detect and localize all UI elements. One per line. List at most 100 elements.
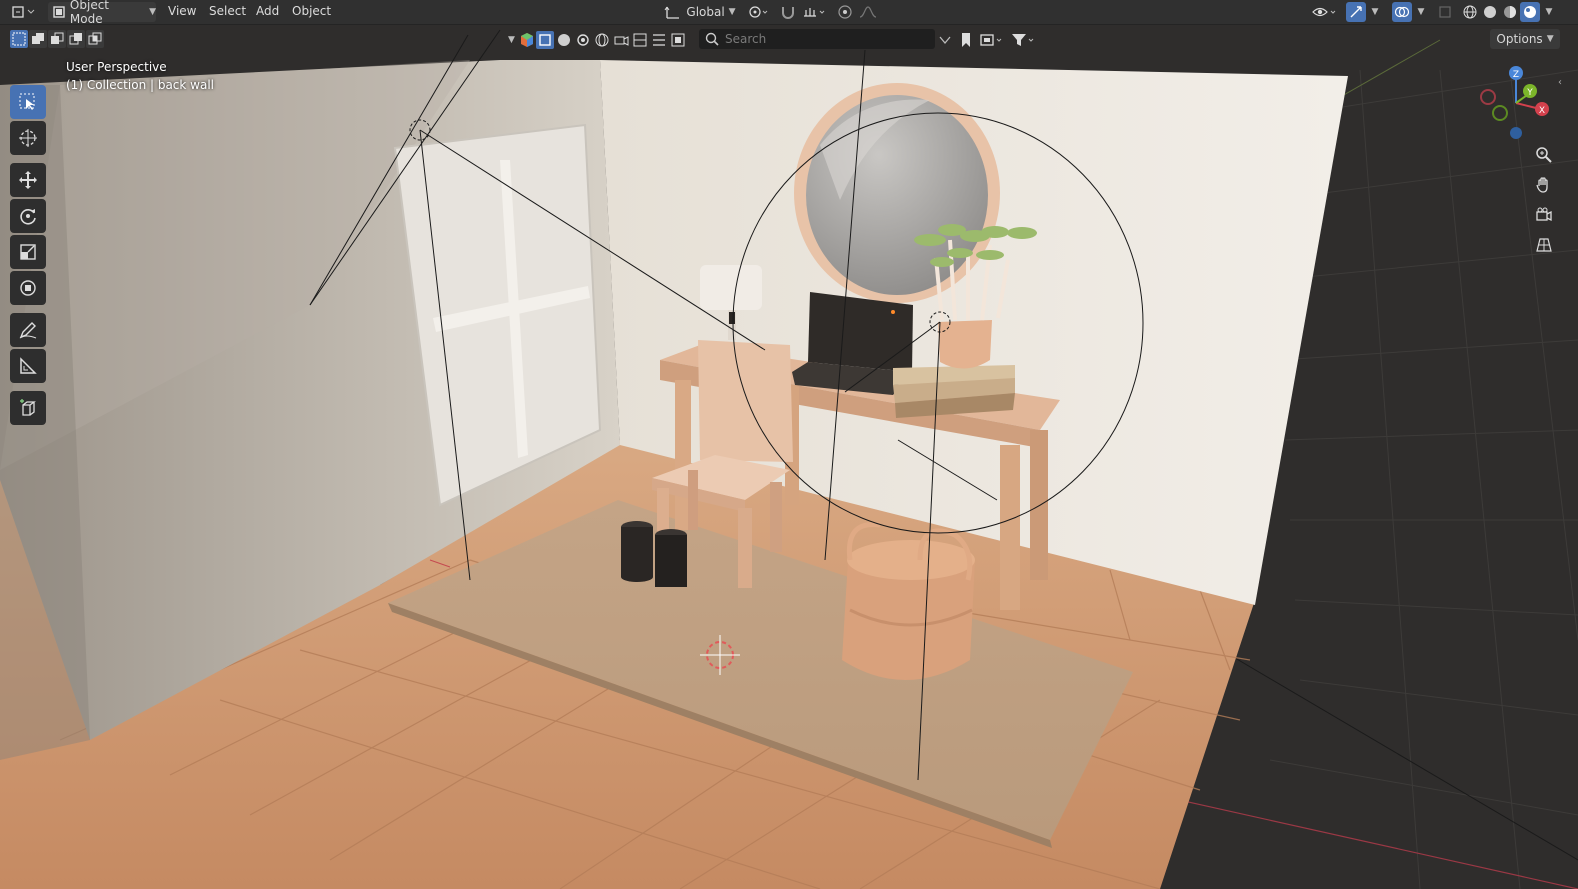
- visibility-dropdown[interactable]: [1310, 2, 1340, 22]
- zoom-icon: [1536, 147, 1552, 163]
- move-tool[interactable]: [10, 163, 46, 197]
- snap-increment-icon: [804, 8, 825, 17]
- falloff-dropdown[interactable]: [856, 2, 886, 22]
- transform-tool[interactable]: [10, 271, 46, 305]
- menu-select[interactable]: Select: [209, 4, 246, 18]
- snap-toggle[interactable]: [778, 2, 798, 22]
- gizmo-icon: [1350, 6, 1362, 18]
- camera-filter-icon[interactable]: [612, 31, 630, 49]
- grid-perspective-icon: [1536, 238, 1552, 252]
- transform-icon: [20, 280, 36, 296]
- light-icon[interactable]: [574, 31, 592, 49]
- material-shading-button[interactable]: [1500, 2, 1520, 22]
- annotate-tool[interactable]: [10, 313, 46, 347]
- select-new-icon: [12, 32, 26, 46]
- select-box-tool[interactable]: [10, 85, 46, 119]
- search-field[interactable]: Search: [699, 29, 935, 49]
- rendered-sphere-icon: [1524, 6, 1536, 18]
- navigation-gizmo[interactable]: Z X Y: [1474, 61, 1558, 145]
- proportional-edit-toggle[interactable]: [836, 2, 854, 22]
- cursor-tool[interactable]: [10, 121, 46, 155]
- select-subtract-icon: [51, 32, 64, 44]
- tool-shelf: [10, 85, 48, 425]
- chevron-down-icon: ▼: [149, 7, 156, 17]
- chevron-down-icon: ▼: [1546, 34, 1554, 44]
- select-new-button[interactable]: [10, 30, 28, 48]
- select-extend-icon: [32, 33, 44, 44]
- material-sphere-icon: [1504, 6, 1516, 18]
- zoom-view-button[interactable]: [1532, 143, 1556, 167]
- pivot-point-button[interactable]: [746, 2, 772, 22]
- overlays-dropdown[interactable]: ▼: [1412, 2, 1426, 22]
- sidebar-toggle-icon[interactable]: ‹: [1558, 77, 1562, 88]
- snap-target-dropdown[interactable]: [800, 2, 830, 22]
- pan-view-button[interactable]: [1532, 173, 1556, 197]
- active-collection-label: (1) Collection | back wall: [66, 78, 215, 92]
- search-tools: [936, 30, 1038, 50]
- overlays-toggle[interactable]: [1392, 2, 1412, 22]
- rotate-tool[interactable]: [10, 199, 46, 233]
- add-cube-icon: [20, 399, 36, 416]
- 3d-viewport[interactable]: User Perspective (1) Collection | back w…: [0, 25, 1578, 889]
- funnel-filter-icon[interactable]: [1010, 31, 1038, 49]
- rendered-shading-button[interactable]: [1520, 2, 1540, 22]
- magnet-icon: [782, 7, 794, 19]
- outliner-filter-buttons: ▼: [508, 30, 687, 50]
- camera-icon: [1536, 207, 1552, 222]
- chevron-down-icon: ▼: [728, 7, 736, 17]
- chevron-down-icon: ▼: [1371, 7, 1379, 17]
- add-cube-tool[interactable]: [10, 391, 46, 425]
- rotate-icon: [20, 209, 36, 225]
- scene-color-icon[interactable]: [519, 32, 535, 48]
- gizmo-x-label: X: [1539, 106, 1545, 116]
- chevron-down-icon: ▼: [1545, 7, 1553, 17]
- collection-icon[interactable]: [669, 31, 687, 49]
- xray-icon: [1439, 6, 1451, 18]
- object-square-icon: [539, 34, 551, 46]
- select-extend-button[interactable]: [29, 30, 47, 48]
- object-mode-icon: [53, 6, 65, 18]
- cursor-icon: [19, 129, 37, 147]
- editor-type-button[interactable]: [8, 2, 40, 22]
- shading-dropdown[interactable]: ▼: [1540, 2, 1554, 22]
- view-layer-icon[interactable]: [978, 31, 1006, 49]
- scale-tool[interactable]: [10, 235, 46, 269]
- menu-object[interactable]: Object: [292, 4, 331, 18]
- gizmo-y-label: Y: [1526, 88, 1533, 98]
- mode-selector[interactable]: Object Mode ▼: [48, 0, 156, 26]
- select-difference-button[interactable]: [67, 30, 85, 48]
- menu-add[interactable]: Add: [256, 4, 279, 18]
- xray-toggle[interactable]: [1436, 2, 1454, 22]
- scale-icon: [20, 244, 36, 260]
- orientation-label: Global: [686, 5, 725, 19]
- gizmo-dropdown[interactable]: ▼: [1366, 2, 1380, 22]
- search-icon: [705, 32, 719, 46]
- measure-tool[interactable]: [10, 349, 46, 383]
- world-icon[interactable]: [593, 31, 611, 49]
- mesh-sphere-icon[interactable]: [555, 31, 573, 49]
- view-perspective-label: User Perspective: [66, 60, 167, 74]
- selection-mode-buttons: [10, 30, 104, 50]
- toggle-perspective-button[interactable]: [1532, 233, 1556, 257]
- select-intersect-button[interactable]: [86, 30, 104, 48]
- filter-dropdown-icon[interactable]: [936, 31, 954, 49]
- viewport-header: Object Mode ▼ View Select Add Object Glo…: [0, 0, 1578, 26]
- select-box-icon: [19, 93, 35, 110]
- chevron-down-icon: ▼: [1417, 7, 1425, 17]
- empty-icon[interactable]: [631, 31, 649, 49]
- wireframe-shading-button[interactable]: [1460, 2, 1480, 22]
- menu-view[interactable]: View: [168, 4, 196, 18]
- others-icon[interactable]: [650, 31, 668, 49]
- overlays-icon: [1394, 6, 1410, 18]
- search-placeholder: Search: [725, 32, 767, 46]
- solid-shading-button[interactable]: [1480, 2, 1500, 22]
- transform-orientation-dropdown[interactable]: Global ▼: [662, 2, 738, 22]
- select-intersect-icon: [88, 32, 102, 45]
- gizmo-toggle[interactable]: [1346, 2, 1366, 22]
- wireframe-sphere-icon: [1463, 5, 1477, 19]
- options-dropdown[interactable]: Options ▼: [1490, 29, 1560, 49]
- select-subtract-button[interactable]: [48, 30, 66, 48]
- object-filter-button[interactable]: [535, 31, 554, 49]
- camera-view-button[interactable]: [1532, 203, 1556, 227]
- bookmark-icon[interactable]: [958, 31, 974, 49]
